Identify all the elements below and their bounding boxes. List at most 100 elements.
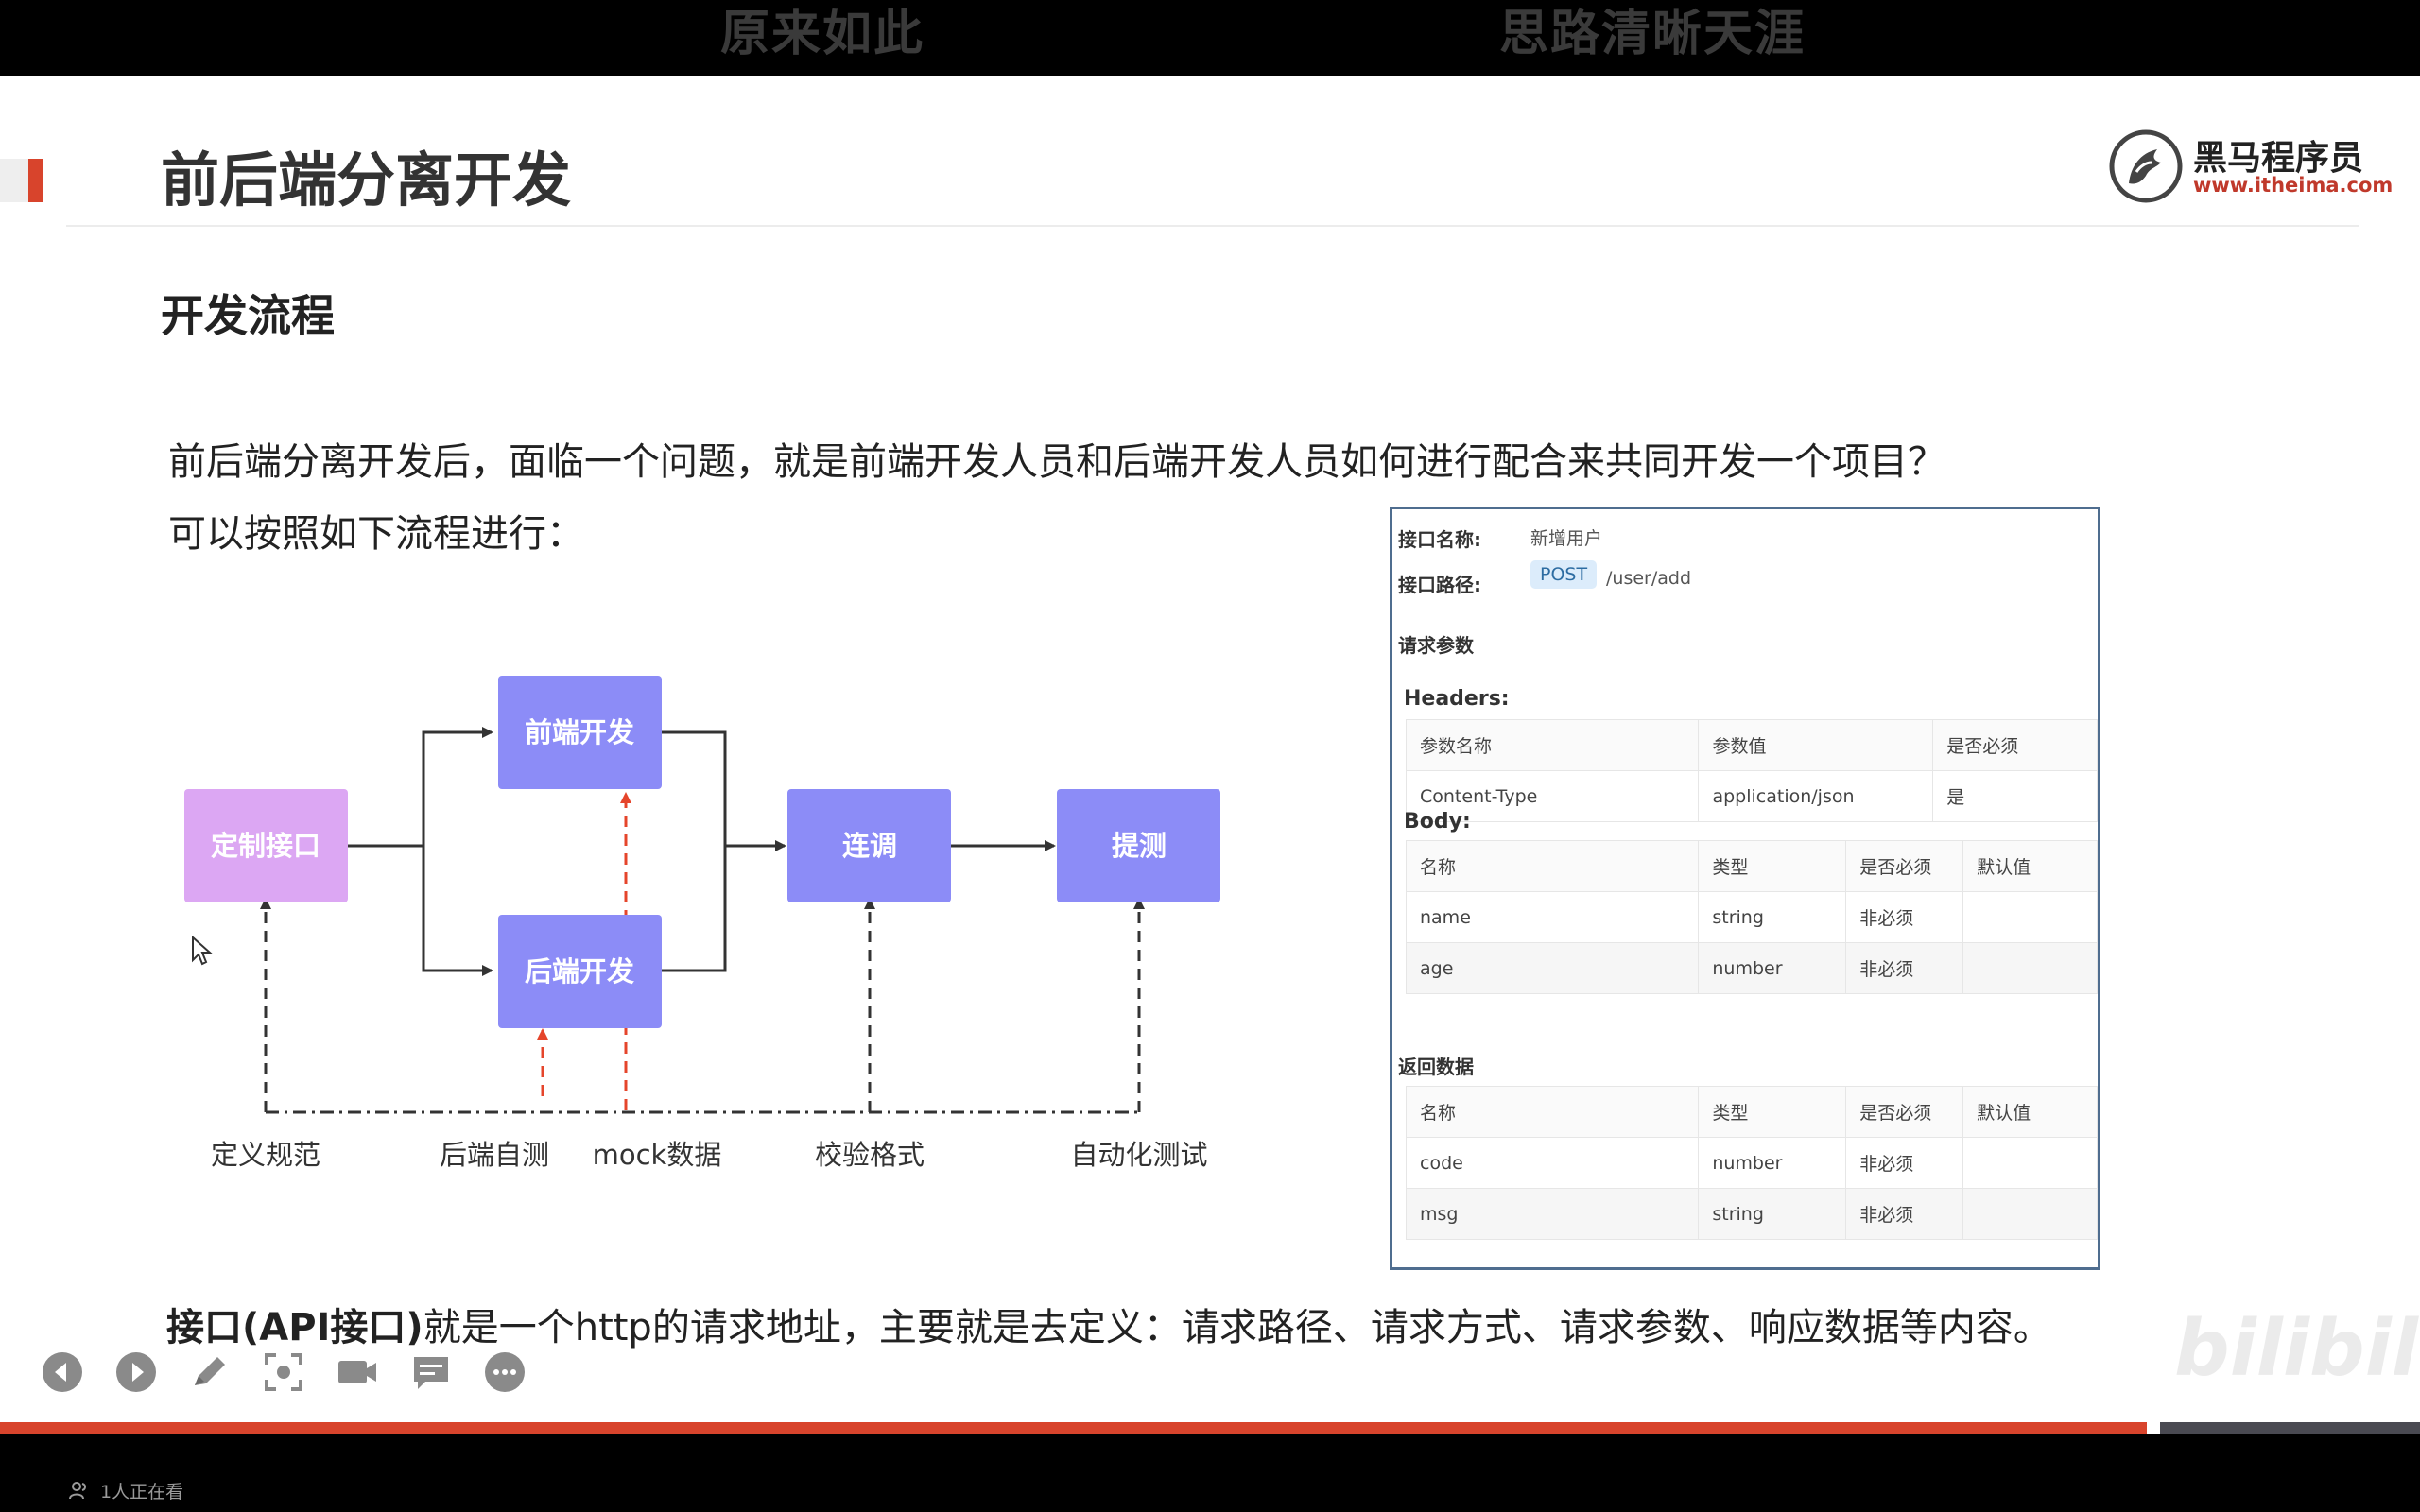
slide-title: 前后端分离开发 xyxy=(161,146,572,215)
request-params-label: 请求参数 xyxy=(1398,634,1474,657)
node-test-submit-label: 提测 xyxy=(1112,830,1167,862)
progress-played[interactable] xyxy=(0,1422,2147,1434)
title-marker-bg xyxy=(0,159,28,202)
table-cell xyxy=(1962,1137,2098,1189)
api-definition-bold: 接口(API接口) xyxy=(166,1306,424,1349)
table-header-cell: 参数名称 xyxy=(1405,719,1700,771)
next-icon[interactable] xyxy=(112,1348,161,1397)
table-cell: 非必须 xyxy=(1845,1137,1964,1189)
node-define-api-label: 定制接口 xyxy=(211,830,320,862)
table-row: name string 非必须 xyxy=(1405,891,2098,943)
title-marker xyxy=(28,159,43,202)
top-caption-left: 原来如此 xyxy=(720,6,925,62)
api-doc-panel: 接口名称: 新增用户 接口路径: POST /user/add 请求参数 Hea… xyxy=(1390,507,2100,1270)
node-backend-dev-label: 后端开发 xyxy=(525,955,634,988)
table-row: code number 非必须 xyxy=(1405,1137,2098,1189)
table-header-cell: 参数值 xyxy=(1698,719,1934,771)
method-badge: POST xyxy=(1530,560,1598,589)
table-cell: string xyxy=(1698,891,1847,943)
table-header-cell: 类型 xyxy=(1698,1086,1847,1138)
node-backend-dev: 后端开发 xyxy=(498,915,662,1028)
table-header-cell: 默认值 xyxy=(1962,1086,2098,1138)
table-cell: 是 xyxy=(1932,770,2098,822)
table-cell: number xyxy=(1698,942,1847,994)
top-caption-right: 思路清晰天涯 xyxy=(1499,6,1806,62)
headers-table: 参数名称 参数值 是否必须 Content-Type application/j… xyxy=(1405,719,2098,822)
table-header-row: 名称 类型 是否必须 默认值 xyxy=(1405,1086,2098,1138)
node-test-submit: 提测 xyxy=(1057,789,1220,902)
node-integration: 连调 xyxy=(787,789,951,902)
camera-icon[interactable] xyxy=(333,1348,382,1397)
viewers-icon xyxy=(69,1482,86,1500)
table-header-cell: 名称 xyxy=(1405,1086,1700,1138)
more-icon[interactable] xyxy=(480,1348,529,1397)
progress-remaining[interactable] xyxy=(2160,1422,2420,1434)
prev-icon[interactable] xyxy=(38,1348,87,1397)
process-intro: 可以按照如下流程进行： xyxy=(168,512,584,556)
body-table: 名称 类型 是否必须 默认值 name string 非必须 age numbe… xyxy=(1405,840,2098,994)
table-cell: application/json xyxy=(1698,770,1934,822)
table-cell: code xyxy=(1405,1137,1700,1189)
horse-logo-icon xyxy=(2109,129,2183,203)
dev-flow-diagram: 定制接口 前端开发 后端开发 连调 提测 定义规范 后端自测 mock数据 校验… xyxy=(184,676,1220,1171)
table-header-row: 名称 类型 是否必须 默认值 xyxy=(1405,840,2098,892)
caption-bar xyxy=(0,0,2420,76)
table-header-cell: 名称 xyxy=(1405,840,1700,892)
api-definition-rest: 就是一个http的请求地址，主要就是去定义：请求路径、请求方式、请求参数、响应数… xyxy=(423,1306,2051,1349)
table-header-cell: 默认值 xyxy=(1962,840,2098,892)
table-cell xyxy=(1962,942,2098,994)
table-cell xyxy=(1962,1188,2098,1240)
response-label: 返回数据 xyxy=(1398,1056,1474,1078)
node-frontend-dev: 前端开发 xyxy=(498,676,662,789)
api-path-label: 接口路径: xyxy=(1398,574,1481,596)
label-self-test: 后端自测 xyxy=(440,1139,549,1171)
label-auto-test: 自动化测试 xyxy=(1070,1139,1207,1171)
table-cell: name xyxy=(1405,891,1700,943)
table-cell: string xyxy=(1698,1188,1847,1240)
progress-handle[interactable] xyxy=(2147,1422,2160,1434)
label-validate: 校验格式 xyxy=(815,1139,925,1171)
table-header-cell: 类型 xyxy=(1698,840,1847,892)
table-cell: number xyxy=(1698,1137,1847,1189)
feedback-dashed-lines xyxy=(260,898,1145,1114)
body-label: Body: xyxy=(1404,810,1471,833)
logo: 黑马程序员 www.itheima.com xyxy=(2108,129,2393,204)
table-cell: msg xyxy=(1405,1188,1700,1240)
logo-name: 黑马程序员 xyxy=(2193,139,2364,178)
label-mock: mock数据 xyxy=(593,1139,722,1171)
title-divider xyxy=(66,225,2359,227)
api-name-label: 接口名称: xyxy=(1398,528,1481,551)
api-name-value: 新增用户 xyxy=(1530,528,1603,549)
table-header-cell: 是否必须 xyxy=(1845,1086,1964,1138)
table-cell: age xyxy=(1405,942,1700,994)
table-row: age number 非必须 xyxy=(1405,942,2098,994)
bilibili-watermark: bilibili xyxy=(2174,1304,2420,1394)
pen-icon[interactable] xyxy=(185,1348,234,1397)
table-cell xyxy=(1962,891,2098,943)
intro-paragraph: 前后端分离开发后，面临一个问题，就是前端开发人员和后端开发人员如何进行配合来共同… xyxy=(168,440,1945,484)
screenshot-icon[interactable] xyxy=(259,1348,308,1397)
logo-url: www.itheima.com xyxy=(2193,174,2394,197)
table-header-row: 参数名称 参数值 是否必须 xyxy=(1405,719,2098,771)
table-row: msg string 非必须 xyxy=(1405,1188,2098,1240)
slide: 前后端分离开发 黑马程序员 www.itheima.com 开发流程 前后端分离… xyxy=(0,76,2420,1422)
api-method-tag: POST xyxy=(1530,560,1598,589)
table-cell: 非必须 xyxy=(1845,891,1964,943)
table-cell: 非必须 xyxy=(1845,1188,1964,1240)
table-header-cell: 是否必须 xyxy=(1932,719,2098,771)
api-path-value: /user/add xyxy=(1606,568,1692,589)
table-row: Content-Type application/json 是 xyxy=(1405,770,2098,822)
node-integration-label: 连调 xyxy=(842,830,897,862)
danmaku-icon[interactable] xyxy=(406,1348,456,1397)
api-definition-text: 接口(API接口)就是一个http的请求地址，主要就是去定义：请求路径、请求方式… xyxy=(166,1297,2051,1351)
headers-label: Headers: xyxy=(1404,687,1510,711)
label-spec: 定义规范 xyxy=(211,1139,320,1171)
table-cell: 非必须 xyxy=(1845,942,1964,994)
table-header-cell: 是否必须 xyxy=(1845,840,1964,892)
section-title: 开发流程 xyxy=(161,290,335,341)
viewers-count: 1人正在看 xyxy=(100,1482,184,1503)
node-define-api: 定制接口 xyxy=(184,789,348,902)
mouse-cursor-icon xyxy=(192,936,213,966)
node-frontend-dev-label: 前端开发 xyxy=(525,716,634,748)
response-table: 名称 类型 是否必须 默认值 code number 非必须 msg strin… xyxy=(1405,1086,2098,1240)
